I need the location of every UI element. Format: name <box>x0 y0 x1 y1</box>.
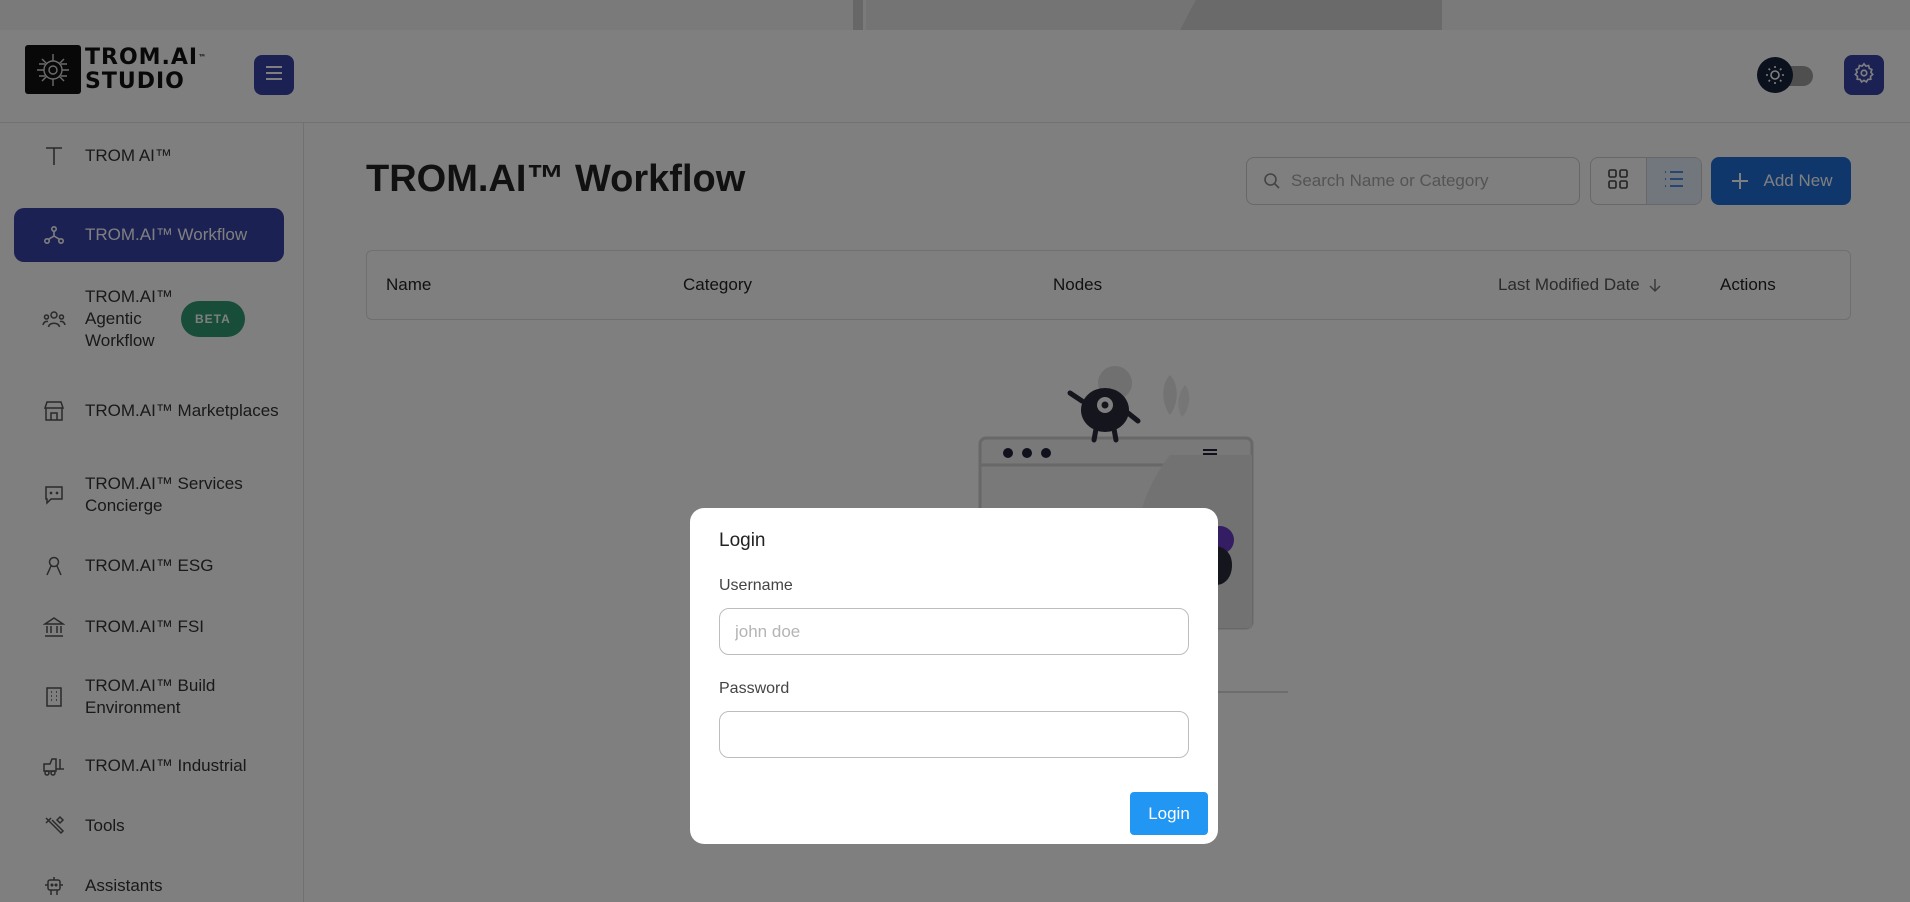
username-field-wrapper <box>719 608 1189 655</box>
username-input[interactable] <box>720 621 1188 642</box>
password-label: Password <box>719 680 790 697</box>
login-dialog: Login Username Password Login <box>690 508 1218 844</box>
login-button[interactable]: Login <box>1130 792 1208 835</box>
login-dialog-title: Login <box>719 530 766 551</box>
password-field-wrapper <box>719 711 1189 758</box>
password-input[interactable] <box>720 724 1188 745</box>
username-label: Username <box>719 577 793 594</box>
